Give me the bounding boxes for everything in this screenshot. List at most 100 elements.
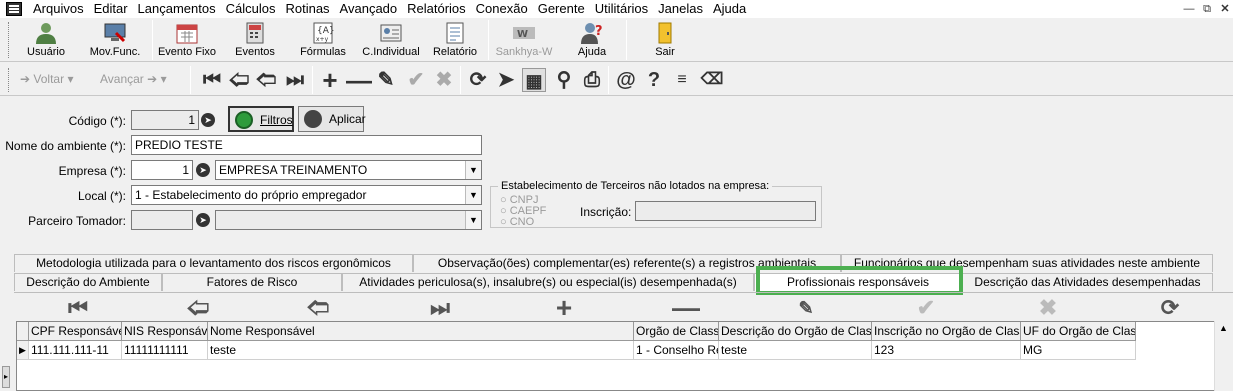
- sair-button[interactable]: Sair: [640, 20, 690, 62]
- col-nis[interactable]: NIS Responsável: [122, 322, 208, 341]
- filtros-button[interactable]: Filtros: [228, 106, 294, 132]
- empresa-lookup-icon[interactable]: ➤: [196, 163, 210, 177]
- col-inscricao[interactable]: Inscrição no Orgão de Classe: [872, 322, 1021, 341]
- col-orgao[interactable]: Orgão de Classe: [634, 322, 719, 341]
- grid-next-icon[interactable]: 🢢: [306, 296, 330, 320]
- mov-func-button[interactable]: Mov.Func.: [84, 20, 146, 62]
- parceiro-code-field[interactable]: [131, 210, 193, 230]
- grid-scrollbar[interactable]: ▲: [1214, 321, 1233, 391]
- refresh-icon[interactable]: ⟳: [466, 68, 490, 92]
- print-icon[interactable]: ⎙: [580, 68, 604, 92]
- empresa-code-field[interactable]: 1: [131, 160, 193, 180]
- menu-calculos[interactable]: Cálculos: [221, 0, 281, 18]
- menu-relatorios[interactable]: Relatórios: [402, 0, 471, 18]
- tab-metodologia[interactable]: Metodologia utilizada para o levantament…: [14, 254, 413, 272]
- grid-edit-icon[interactable]: ✎: [794, 296, 818, 320]
- question-icon[interactable]: ?: [642, 68, 666, 92]
- side-expand-icon[interactable]: ▸: [2, 366, 10, 388]
- aplicar-button[interactable]: Aplicar: [298, 106, 366, 132]
- close-icon[interactable]: ✕: [1216, 0, 1233, 18]
- cancel-icon[interactable]: ✖: [432, 68, 456, 92]
- local-select[interactable]: 1 - Estabelecimento do próprio empregado…: [131, 185, 482, 205]
- evento-fixo-button[interactable]: Evento Fixo: [156, 20, 218, 62]
- tab-fatores-risco[interactable]: Fatores de Risco: [162, 273, 342, 291]
- menu-janelas[interactable]: Janelas: [653, 0, 708, 18]
- voltar-button[interactable]: ➔ Voltar ▾: [20, 68, 73, 90]
- add-icon[interactable]: +: [318, 67, 342, 93]
- calculator-icon: [246, 22, 264, 44]
- cell-descricao-orgao[interactable]: teste: [719, 341, 872, 360]
- scroll-up-icon[interactable]: ▲: [1219, 323, 1228, 333]
- radio-cno[interactable]: ○ CNO: [500, 217, 546, 228]
- menu-ajuda[interactable]: Ajuda: [708, 0, 751, 18]
- grid-first-icon[interactable]: ⏮: [66, 296, 90, 320]
- grid-refresh-icon[interactable]: ⟳: [1158, 296, 1182, 320]
- first-icon[interactable]: ⏮: [200, 68, 224, 92]
- codigo-field[interactable]: 1: [131, 110, 199, 130]
- col-cpf[interactable]: CPF Responsável: [29, 322, 122, 341]
- last-icon[interactable]: ⏭: [283, 68, 307, 92]
- cell-cpf[interactable]: 111.111.111-11: [29, 341, 122, 360]
- cell-nome[interactable]: teste: [208, 341, 634, 360]
- clear-icon[interactable]: ⌫: [700, 68, 724, 92]
- ajuda-button[interactable]: ? Ajuda: [566, 20, 618, 62]
- edit-icon[interactable]: ✎: [374, 68, 398, 92]
- col-uf[interactable]: UF do Orgão de Classe: [1021, 322, 1136, 341]
- col-descricao-orgao[interactable]: Descrição do Orgão de Classe: [719, 322, 872, 341]
- grid-last-icon[interactable]: ⏭: [428, 296, 452, 320]
- toolbar-separator: [152, 20, 153, 60]
- grid-cancel-icon[interactable]: ✖: [1036, 296, 1060, 320]
- tab-descricao-ambiente[interactable]: Descrição do Ambiente: [14, 273, 162, 291]
- search-icon[interactable]: ⚲: [552, 68, 576, 92]
- menu-lancamentos[interactable]: Lançamentos: [133, 0, 221, 18]
- email-icon[interactable]: @: [614, 68, 638, 92]
- menu-avancado[interactable]: Avançado: [335, 0, 403, 18]
- parceiro-lookup-icon[interactable]: ➤: [196, 213, 210, 227]
- codigo-lookup-icon[interactable]: ➤: [201, 113, 215, 127]
- menu-arquivos[interactable]: Arquivos: [28, 0, 89, 18]
- find-icon[interactable]: ≡: [670, 68, 694, 92]
- empresa-select[interactable]: EMPRESA TREINAMENTO ▼: [215, 160, 482, 180]
- sankhya-button[interactable]: W Sankhya-W: [494, 20, 554, 62]
- chevron-down-icon[interactable]: ▼: [465, 161, 481, 179]
- chevron-down-icon[interactable]: ▼: [465, 186, 481, 204]
- next-icon[interactable]: 🢢: [254, 68, 278, 92]
- tab-descricao-atividades[interactable]: Descrição das Atividades desempenhadas: [962, 273, 1213, 291]
- grid-add-icon[interactable]: +: [552, 294, 576, 322]
- relatorio-button[interactable]: Relatório: [428, 20, 482, 62]
- tab-atividades-periculosas[interactable]: Atividades periculosa(s), insalubre(s) o…: [342, 273, 754, 291]
- menu-conexao[interactable]: Conexão: [471, 0, 533, 18]
- chevron-down-icon[interactable]: ▼: [465, 211, 481, 229]
- menu-editar[interactable]: Editar: [89, 0, 133, 18]
- grid-remove-icon[interactable]: —: [672, 294, 700, 322]
- parceiro-select[interactable]: ▼: [215, 210, 482, 230]
- voltar-dropdown-icon[interactable]: ▾: [67, 72, 73, 86]
- app-icon[interactable]: [6, 2, 22, 16]
- formulas-button[interactable]: {A} x+y Fórmulas: [294, 20, 352, 62]
- usuario-button[interactable]: Usuário: [18, 20, 74, 62]
- minimize-icon[interactable]: —: [1180, 0, 1198, 18]
- remove-icon[interactable]: —: [346, 67, 372, 93]
- prev-icon[interactable]: 🢠: [227, 68, 251, 92]
- grid-confirm-icon[interactable]: ✔: [914, 296, 938, 320]
- confirm-icon[interactable]: ✔: [404, 68, 428, 92]
- grid-icon[interactable]: ▦: [522, 68, 546, 92]
- cell-orgao[interactable]: 1 - Conselho Reg: [634, 341, 719, 360]
- restore-icon[interactable]: ⧉: [1198, 0, 1216, 18]
- cell-uf[interactable]: MG: [1021, 341, 1136, 360]
- grid-prev-icon[interactable]: 🢠: [186, 296, 210, 320]
- lookup-icon[interactable]: ➤: [494, 68, 518, 92]
- inscricao-field[interactable]: [635, 201, 816, 221]
- cell-nis[interactable]: 11111111111: [122, 341, 208, 360]
- col-nome[interactable]: Nome Responsável: [208, 322, 634, 341]
- avancar-dropdown-icon[interactable]: ▾: [161, 72, 167, 86]
- eventos-button[interactable]: Eventos: [226, 20, 284, 62]
- menu-gerente[interactable]: Gerente: [533, 0, 590, 18]
- menu-rotinas[interactable]: Rotinas: [280, 0, 334, 18]
- exit-icon: [658, 22, 672, 44]
- cell-inscricao[interactable]: 123: [872, 341, 1021, 360]
- avancar-button[interactable]: Avançar ➔ ▾: [100, 68, 167, 90]
- menu-utilitarios[interactable]: Utilitários: [590, 0, 653, 18]
- c-individual-button[interactable]: C.Individual: [360, 20, 422, 62]
- nome-ambiente-field[interactable]: PREDIO TESTE: [131, 135, 482, 155]
